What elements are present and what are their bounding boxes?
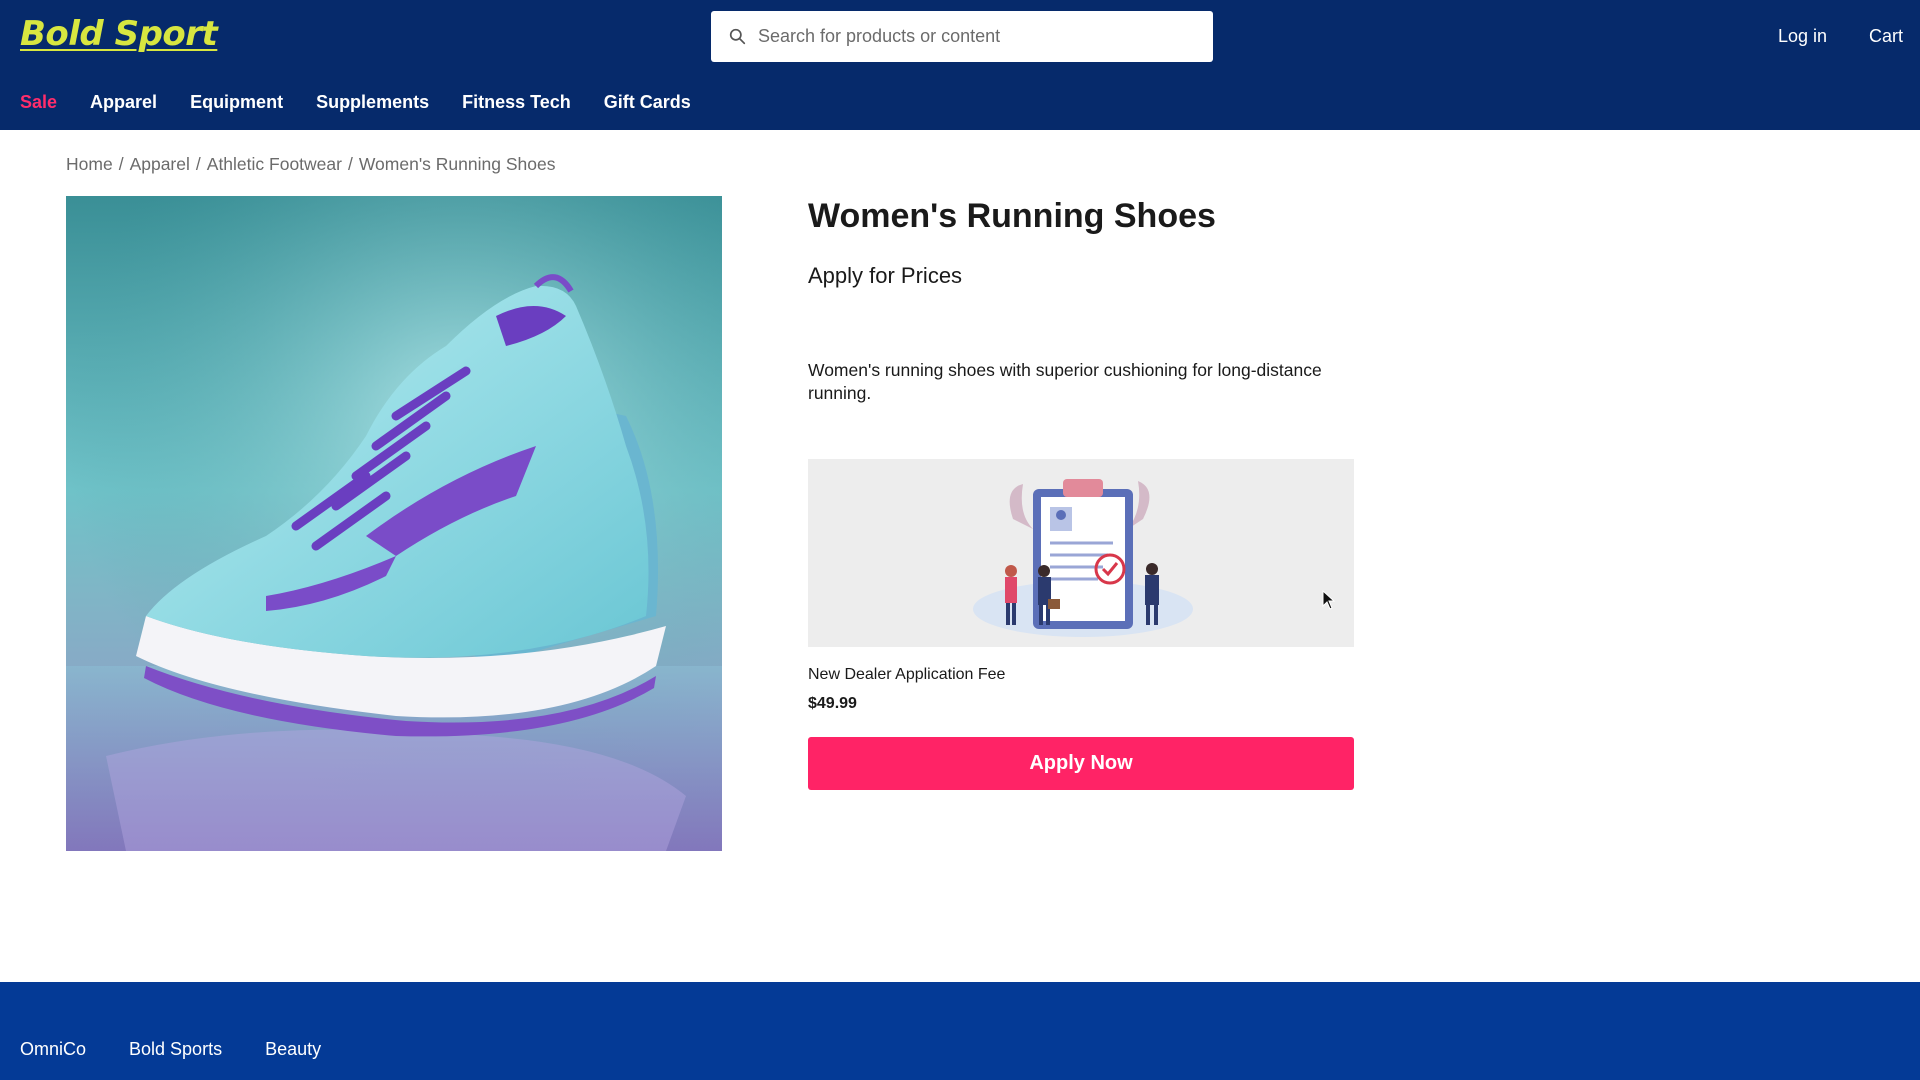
search-icon: [729, 28, 746, 45]
site-footer: OmniCo Bold Sports Beauty: [0, 982, 1920, 1080]
search-input[interactable]: [758, 26, 1198, 47]
breadcrumb-separator: /: [195, 154, 201, 174]
nav-item-equipment[interactable]: Equipment: [190, 92, 283, 113]
breadcrumb-separator: /: [118, 154, 124, 174]
breadcrumb-home[interactable]: Home: [66, 154, 113, 174]
main-nav: Sale Apparel Equipment Supplements Fitne…: [20, 92, 691, 113]
nav-item-fitness-tech[interactable]: Fitness Tech: [462, 92, 571, 113]
site-header: Bold Sport Log in Cart Sale Apparel Equi…: [0, 0, 1920, 130]
product-title: Women's Running Shoes: [808, 197, 1216, 235]
nav-item-gift-cards[interactable]: Gift Cards: [604, 92, 691, 113]
footer-links: OmniCo Bold Sports Beauty: [20, 1039, 321, 1060]
fee-name: New Dealer Application Fee: [808, 666, 1006, 683]
application-illustration: [973, 479, 1193, 637]
cart-link[interactable]: Cart: [1869, 26, 1903, 47]
nav-item-supplements[interactable]: Supplements: [316, 92, 429, 113]
nav-item-sale[interactable]: Sale: [20, 92, 57, 113]
breadcrumb: Home / Apparel / Athletic Footwear / Women's R…: [66, 154, 555, 175]
price-notice: Apply for Prices: [808, 263, 963, 288]
login-link[interactable]: Log in: [1778, 26, 1827, 47]
footer-link-beauty[interactable]: Beauty: [265, 1039, 321, 1060]
footer-link-bold-sports[interactable]: Bold Sports: [129, 1039, 222, 1060]
footer-link-omnico[interactable]: OmniCo: [20, 1039, 86, 1060]
breadcrumb-apparel[interactable]: Apparel: [130, 154, 190, 174]
breadcrumb-separator: /: [347, 154, 353, 174]
dealer-application-image: [808, 459, 1354, 647]
logo[interactable]: Bold Sport: [20, 14, 218, 54]
nav-item-apparel[interactable]: Apparel: [90, 92, 157, 113]
fee-price: $49.99: [808, 695, 857, 712]
product-image: [66, 196, 722, 851]
product-description: Women's running shoes with superior cush…: [808, 360, 1322, 403]
apply-now-button[interactable]: Apply Now: [808, 737, 1354, 790]
breadcrumb-current: Women's Running Shoes: [358, 154, 556, 174]
breadcrumb-athletic-footwear[interactable]: Athletic Footwear: [207, 154, 342, 174]
running-shoe-illustration: [66, 196, 722, 851]
mouse-cursor-icon: [1322, 590, 1336, 610]
search-bar[interactable]: [711, 11, 1213, 62]
